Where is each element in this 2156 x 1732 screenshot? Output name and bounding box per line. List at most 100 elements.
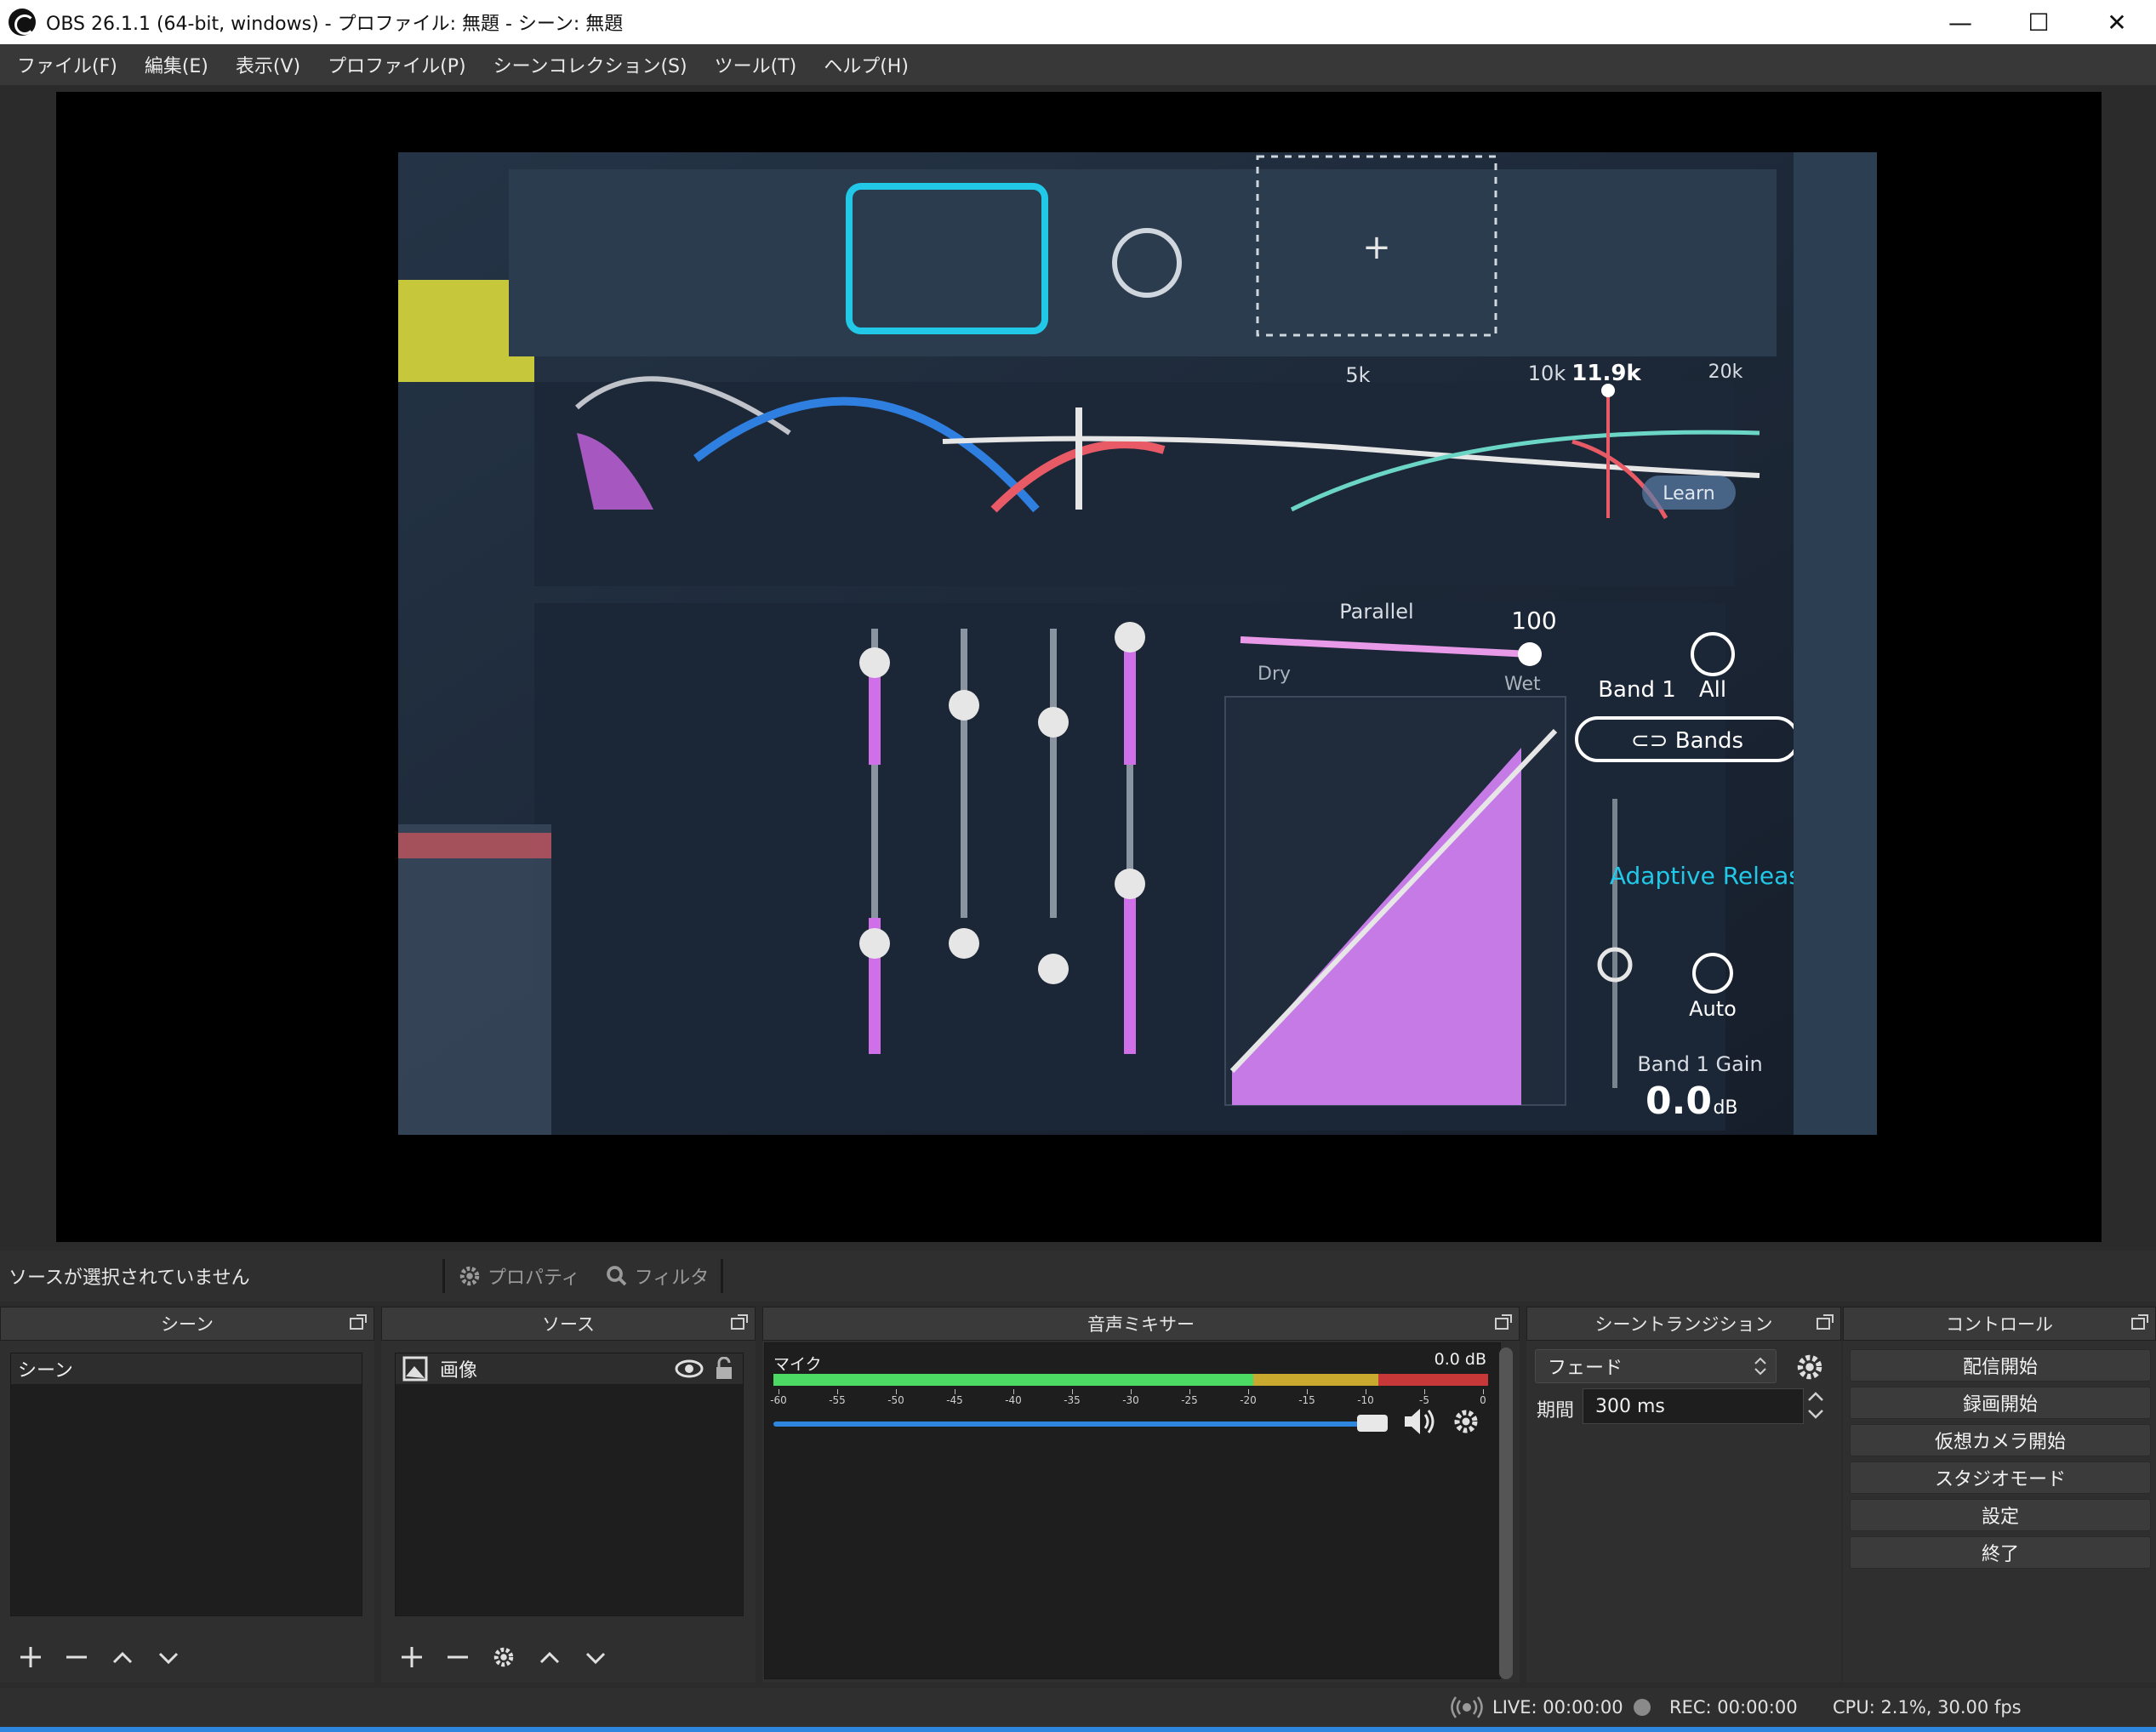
exit-button[interactable]: 終了 xyxy=(1850,1536,2151,1569)
remove-scene-button[interactable] xyxy=(63,1644,90,1671)
meter-tick-label: -50 xyxy=(887,1394,904,1406)
move-source-up-button[interactable] xyxy=(536,1644,563,1671)
meter-tick-label: -60 xyxy=(770,1394,787,1406)
live-time: LIVE: 00:00:00 xyxy=(1492,1697,1623,1718)
scene-list[interactable]: シーン xyxy=(10,1353,362,1616)
preview-area: + 5k 10k 11.9k 20k Learn Parallel 100 Dr… xyxy=(0,85,2156,1251)
chevron-up-icon xyxy=(112,1651,133,1664)
add-scene-button[interactable] xyxy=(17,1644,44,1671)
speaker-icon[interactable] xyxy=(1401,1404,1440,1439)
controls-title: コントロール xyxy=(1946,1314,2053,1335)
menu-view[interactable]: 表示(V) xyxy=(222,51,314,78)
start-recording-button[interactable]: 録画開始 xyxy=(1850,1387,2151,1419)
undock-icon[interactable] xyxy=(1495,1314,1512,1330)
mixer-title: 音声ミキサー xyxy=(1087,1314,1195,1335)
gear-icon[interactable] xyxy=(1451,1406,1481,1437)
meter-red-segment xyxy=(1378,1374,1488,1386)
toolbar-separator xyxy=(721,1259,724,1293)
channel-db: 0.0 dB xyxy=(1434,1350,1486,1369)
close-button[interactable]: ✕ xyxy=(2078,0,2156,44)
preview-canvas[interactable]: + 5k 10k 11.9k 20k Learn Parallel 100 Dr… xyxy=(56,92,2102,1242)
meter-tick-label: -15 xyxy=(1298,1394,1315,1406)
meter-tick-label: -25 xyxy=(1181,1394,1198,1406)
mixer-channel-area: マイク 0.0 dB -60 -55 -50 -45 -40 -35 -30 -25 -20 -1… xyxy=(764,1342,1501,1679)
channel-name: マイク xyxy=(773,1355,822,1374)
menu-tools[interactable]: ツール(T) xyxy=(701,51,811,78)
transition-select[interactable]: フェード xyxy=(1535,1349,1777,1383)
lock-icon[interactable] xyxy=(714,1357,734,1381)
freq-label-10k: 10k xyxy=(1528,362,1566,385)
move-scene-up-button[interactable] xyxy=(109,1644,136,1671)
chevron-down-icon xyxy=(585,1652,606,1665)
remove-source-button[interactable] xyxy=(444,1644,471,1671)
sources-title: ソース xyxy=(542,1314,595,1335)
meter-tick-label: -10 xyxy=(1357,1394,1374,1406)
broadcast-icon xyxy=(1451,1696,1483,1718)
plus-icon xyxy=(402,1647,422,1667)
settings-button[interactable]: 設定 xyxy=(1850,1499,2151,1531)
minimize-button[interactable]: — xyxy=(1921,0,1999,44)
properties-button[interactable]: プロパティ xyxy=(445,1262,592,1290)
transition-select-value: フェード xyxy=(1548,1358,1623,1379)
source-item-label: 画像 xyxy=(440,1360,478,1382)
band1-gain-label: Band 1 Gain xyxy=(1637,1052,1762,1076)
start-virtual-camera-button[interactable]: 仮想カメラ開始 xyxy=(1850,1424,2151,1456)
gear-icon xyxy=(459,1266,480,1286)
obs-logo-icon xyxy=(9,9,36,36)
eye-icon[interactable] xyxy=(675,1359,704,1379)
updown-arrows-icon xyxy=(1754,1357,1766,1376)
transitions-dock-header: シーントランジション xyxy=(1526,1307,1841,1341)
parallel-label: Parallel xyxy=(1339,600,1413,624)
meter-tick-label: -20 xyxy=(1240,1394,1257,1406)
filters-button[interactable]: フィルタ xyxy=(592,1262,722,1290)
all-label: All xyxy=(1699,677,1726,703)
menu-profile[interactable]: プロファイル(P) xyxy=(314,51,479,78)
source-list[interactable]: 画像 xyxy=(395,1353,744,1616)
menu-help[interactable]: ヘルプ(H) xyxy=(810,51,922,78)
bottom-accent-bar xyxy=(0,1727,2156,1732)
minus-icon xyxy=(66,1655,87,1659)
freq-label-20k: 20k xyxy=(1708,362,1743,383)
scenes-dock-header: シーン xyxy=(0,1307,374,1341)
volume-slider-track[interactable] xyxy=(773,1421,1377,1427)
meter-tick-label: -30 xyxy=(1122,1394,1139,1406)
undock-icon[interactable] xyxy=(2131,1314,2148,1330)
studio-mode-button[interactable]: スタジオモード xyxy=(1850,1461,2151,1494)
duration-input[interactable]: 300 ms xyxy=(1583,1388,1804,1424)
meter-green-segment xyxy=(773,1374,1253,1386)
rec-time: REC: 00:00:00 xyxy=(1669,1697,1798,1718)
add-source-button[interactable] xyxy=(398,1644,425,1671)
status-bar: LIVE: 00:00:00 REC: 00:00:00 CPU: 2.1%, … xyxy=(0,1688,2156,1727)
cpu-fps: CPU: 2.1%, 30.00 fps xyxy=(1833,1697,2022,1718)
gear-icon[interactable] xyxy=(1794,1351,1826,1383)
move-scene-down-button[interactable] xyxy=(155,1644,182,1671)
band1-gain-value: 0.0 xyxy=(1646,1080,1712,1123)
dry-label: Dry xyxy=(1258,664,1291,685)
spin-arrows-icon[interactable] xyxy=(1805,1388,1826,1422)
freq-label-5k: 5k xyxy=(1345,363,1370,387)
undock-icon[interactable] xyxy=(350,1314,367,1330)
menu-edit[interactable]: 編集(E) xyxy=(131,51,222,78)
volume-slider-handle[interactable] xyxy=(1357,1415,1388,1432)
filter-icon xyxy=(606,1266,627,1286)
start-streaming-button[interactable]: 配信開始 xyxy=(1850,1349,2151,1382)
menu-bar: ファイル(F) 編集(E) 表示(V) プロファイル(P) シーンコレクション(… xyxy=(0,44,2156,85)
scene-item[interactable]: シーン xyxy=(11,1353,362,1384)
chevron-down-icon xyxy=(158,1652,179,1665)
title-bar: OBS 26.1.1 (64-bit, windows) - プロファイル: 無… xyxy=(0,0,2156,44)
menu-file[interactable]: ファイル(F) xyxy=(3,51,131,78)
meter-tick-label: -45 xyxy=(946,1394,963,1406)
auto-label: Auto xyxy=(1689,997,1737,1021)
undock-icon[interactable] xyxy=(1817,1314,1834,1330)
maximize-button[interactable]: ☐ xyxy=(1999,0,2078,44)
filters-label: フィルタ xyxy=(634,1268,710,1289)
undock-icon[interactable] xyxy=(731,1314,748,1330)
source-item[interactable]: 画像 xyxy=(396,1353,743,1384)
transitions-title: シーントランジション xyxy=(1594,1314,1773,1335)
scenes-title: シーン xyxy=(161,1314,214,1335)
mixer-scrollbar[interactable] xyxy=(1499,1347,1513,1679)
meter-tick-label: -55 xyxy=(829,1394,846,1406)
move-source-down-button[interactable] xyxy=(582,1644,609,1671)
menu-scene-collection[interactable]: シーンコレクション(S) xyxy=(480,51,701,78)
source-properties-button[interactable] xyxy=(490,1644,517,1671)
